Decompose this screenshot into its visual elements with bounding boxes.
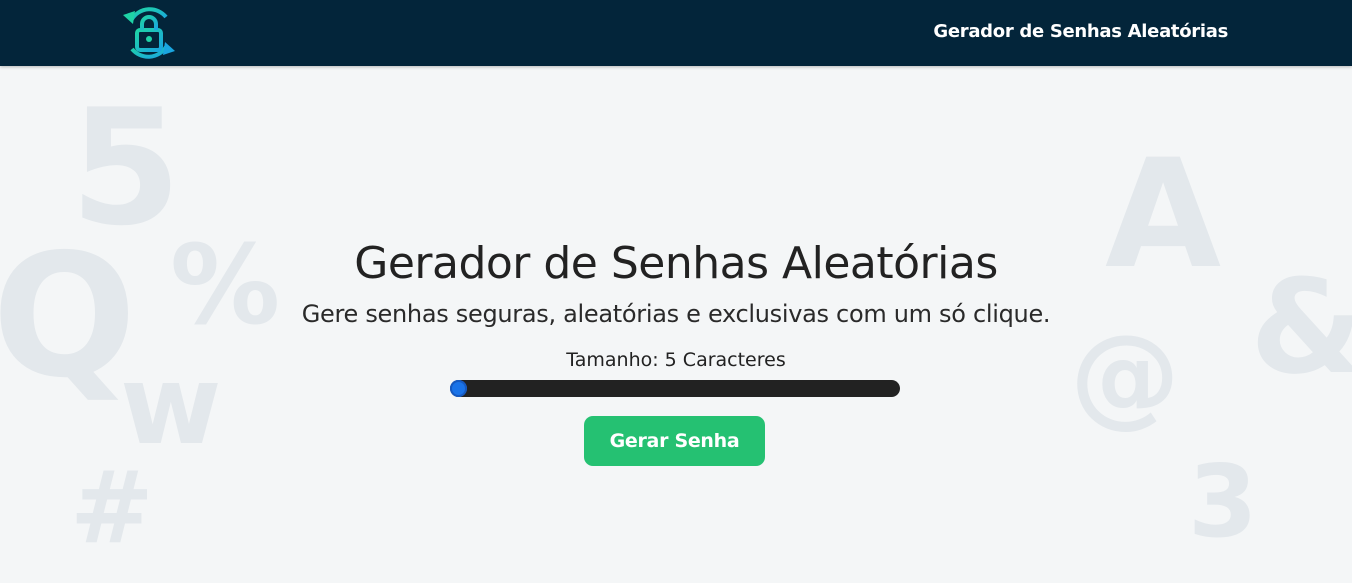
length-slider[interactable]: [450, 380, 900, 397]
nav-title[interactable]: Gerador de Senhas Aleatórias: [933, 21, 1228, 42]
navbar: Gerador de Senhas Aleatórias: [0, 0, 1352, 66]
refresh-lock-icon[interactable]: [118, 5, 180, 61]
generate-password-button[interactable]: Gerar Senha: [584, 416, 765, 466]
main-content: Gerador de Senhas Aleatórias Gere senhas…: [0, 66, 1352, 583]
slider-thumb[interactable]: [450, 380, 467, 397]
length-label: Tamanho: 5 Caracteres: [566, 349, 786, 371]
page-title: Gerador de Senhas Aleatórias: [354, 238, 998, 289]
page-subtitle: Gere senhas seguras, aleatórias e exclus…: [301, 300, 1051, 328]
